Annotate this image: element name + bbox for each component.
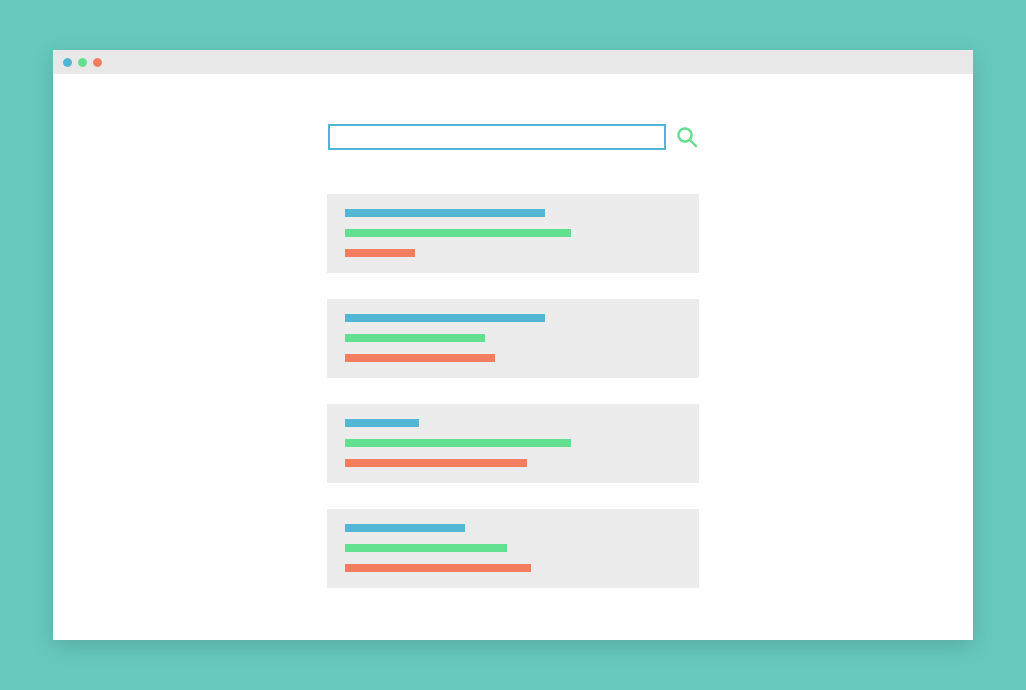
search-bar [328, 124, 698, 150]
result-subtitle-bar [345, 334, 485, 342]
browser-window [53, 50, 973, 640]
zoom-window-button[interactable] [93, 58, 102, 67]
result-subtitle-bar [345, 229, 571, 237]
result-subtitle-bar [345, 544, 507, 552]
result-description-bar [345, 249, 415, 257]
search-results-list [327, 194, 699, 588]
close-window-button[interactable] [63, 58, 72, 67]
result-title-bar [345, 524, 465, 532]
window-titlebar [53, 50, 973, 74]
result-description-bar [345, 564, 531, 572]
result-title-bar [345, 314, 545, 322]
result-description-bar [345, 459, 527, 467]
search-icon[interactable] [676, 126, 698, 148]
search-result[interactable] [327, 194, 699, 273]
result-description-bar [345, 354, 495, 362]
search-result[interactable] [327, 299, 699, 378]
page-content [53, 74, 973, 640]
result-subtitle-bar [345, 439, 571, 447]
search-input[interactable] [328, 124, 666, 150]
search-result[interactable] [327, 509, 699, 588]
result-title-bar [345, 209, 545, 217]
result-title-bar [345, 419, 419, 427]
minimize-window-button[interactable] [78, 58, 87, 67]
search-result[interactable] [327, 404, 699, 483]
